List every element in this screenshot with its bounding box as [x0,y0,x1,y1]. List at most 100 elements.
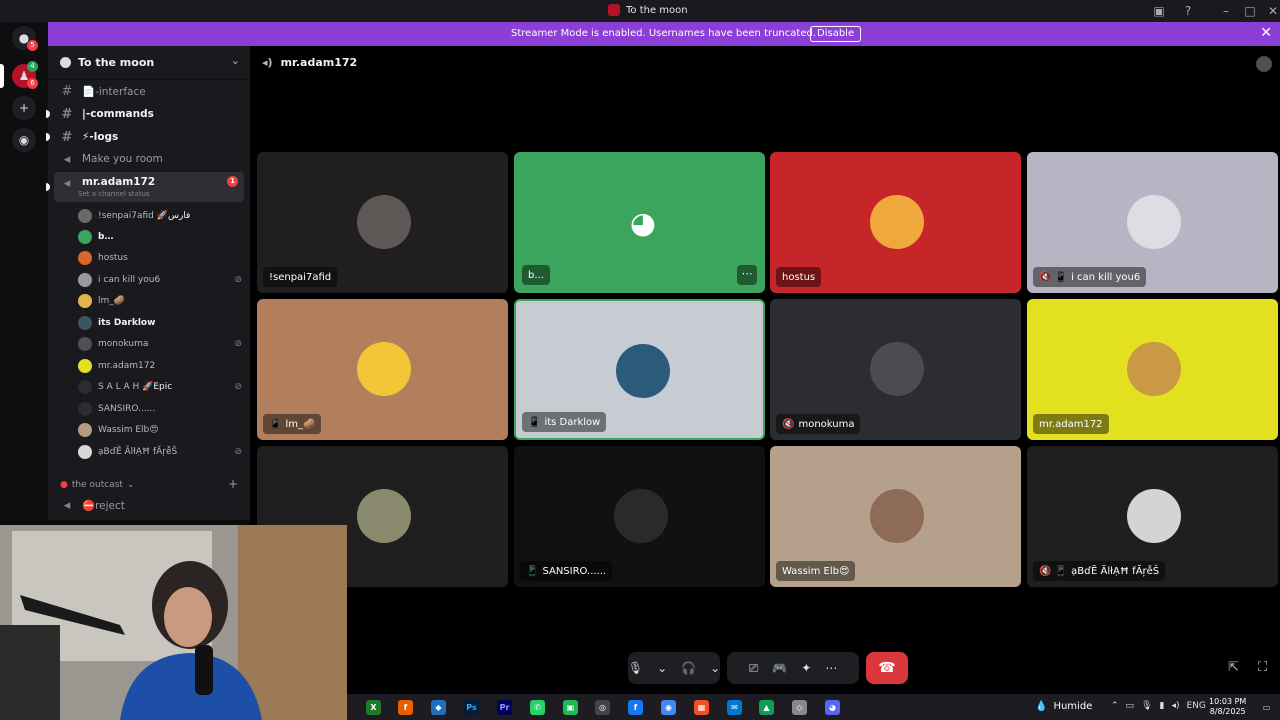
voice-user[interactable]: S A L A H 🚀Epic ⊘ [78,377,248,396]
channel-commands[interactable]: # |-commands [46,104,244,124]
disconnect-button[interactable]: ☎ [866,652,908,684]
category-icon: ● [60,480,68,490]
channel-make-you-room[interactable]: ◂ Make you room [54,149,244,169]
maximize-icon[interactable]: □ [1243,4,1257,18]
fullscreen-icon[interactable]: ⛶ [1258,660,1274,676]
inbox-icon[interactable]: ▣ [1152,4,1166,18]
chevron-down-icon[interactable]: ⌄ [657,661,667,675]
server-badge: 6 [27,78,38,89]
participant-label: 🔇 monokuma [776,414,861,434]
close-window-icon[interactable]: ✕ [1266,4,1280,18]
activity-icon[interactable]: 🎮 [772,661,787,675]
participant-tile[interactable]: 📱 lm_🥔 [257,299,508,440]
chevron-down-icon[interactable]: ⌄ [710,661,720,675]
chrome-icon[interactable]: ◉ [661,700,676,715]
participant-label: mr.adam172 [1033,414,1109,434]
help-icon[interactable]: ? [1181,4,1195,18]
participant-tile[interactable]: 📱 its Darklow [514,299,765,440]
participant-tile[interactable]: Wassim Elb😍 [770,446,1021,587]
photoshop-icon[interactable]: Ps [464,700,479,715]
voice-user[interactable]: SANSIRO...... [78,399,248,418]
add-channel-icon[interactable]: + [228,477,238,491]
premiere-icon[interactable]: Pr [497,700,512,715]
more-options-icon[interactable]: ⋯ [737,265,757,285]
category-the-outcast[interactable]: ● the outcast ⌄ [60,480,134,490]
taskbar: X f ◆ Ps Pr ✆ ▣ ◎ f ◉ ▦ ✉ ▲ ◇ ◕ 💧 Humide… [347,694,1280,720]
speaker-icon: ◂) [262,56,273,69]
participant-tile[interactable]: ◕ b... ⋯ [514,152,765,293]
voice-user[interactable]: ạBɗĔ ÃlłẠĦ fĂŗễŠ ⊘ [78,442,248,461]
add-server-icon[interactable]: + [12,96,36,120]
screen-share-icon[interactable]: ⎚ [749,661,759,676]
channel-reject[interactable]: ◂ ⛔reject [54,495,244,515]
discord-taskbar-icon[interactable]: ◕ [825,700,840,715]
app-icon[interactable]: ▣ [563,700,578,715]
voice-user[interactable]: lm_🥔 [78,291,248,310]
participant-tile[interactable]: 🔇 monokuma [770,299,1021,440]
volume-icon[interactable]: ◂) [1171,701,1179,711]
voice-user[interactable]: monokuma ⊘ [78,334,248,353]
home-badge: 5 [27,40,38,51]
notification-icon[interactable]: ▭ [1259,700,1274,715]
xbox-icon[interactable]: X [366,700,381,715]
mic-tray-icon[interactable]: 🎙 [1141,701,1152,711]
battery-icon[interactable]: ▮ [1160,701,1165,711]
mail-icon[interactable]: ✉ [727,700,742,715]
avatar [78,315,92,330]
avatar [78,379,92,394]
server-icon [60,57,71,68]
voice-user[interactable]: b… [78,227,248,246]
popout-icon[interactable]: ⇱ [1228,660,1244,676]
channel-status[interactable]: Set a channel status [78,190,150,198]
participant-tile[interactable]: 🔇 📱 ạBɗĔ ÃlłẠĦ fĂŗễŠ [1027,446,1278,587]
app-icon[interactable]: ◇ [792,700,807,715]
disable-button[interactable]: Disable [810,26,862,42]
explore-icon[interactable]: ◉ [12,128,36,152]
device-icon[interactable]: ▭ [1126,701,1135,711]
more-icon[interactable]: ⋯ [825,661,837,675]
drive-icon[interactable]: ▲ [759,700,774,715]
voice-user[interactable]: i can kill you6 ⊘ [78,270,248,289]
droplet-icon: 💧 [1035,701,1048,712]
avatar [357,195,411,249]
participant-tile[interactable]: 📱 SANSIRO...... [514,446,765,587]
call-avatar-icon[interactable] [1256,56,1272,72]
call-header: ◂) mr.adam172 [262,56,358,69]
microphone-icon[interactable]: 🎙 [628,661,643,675]
hash-icon: # [61,106,73,122]
browser-icon[interactable]: ◎ [595,700,610,715]
microsoft-store-icon[interactable]: ▦ [694,700,709,715]
whatsapp-icon[interactable]: ✆ [530,700,545,715]
close-icon[interactable]: ✕ [1260,25,1272,41]
clock[interactable]: 10:03 PM 8/8/2025 [1209,697,1246,717]
facebook-icon[interactable]: f [628,700,643,715]
chevron-up-icon[interactable]: ⌃ [1111,701,1119,711]
soundboard-icon[interactable]: ✦ [801,661,811,675]
voice-call-area: ◂) mr.adam172 !senpai7afid ◕ b... ⋯ host… [250,46,1280,694]
participant-label: Wassim Elb😍 [776,561,856,581]
language-indicator[interactable]: ENG [1186,701,1205,711]
vscode-icon[interactable]: ◆ [431,700,446,715]
participant-tile[interactable]: 🔇 📱 i can kill you6 [1027,152,1278,293]
deafen-icon[interactable]: 🎧 [681,661,696,675]
firefox-icon[interactable]: f [398,700,413,715]
participant-tile[interactable]: !senpai7afid [257,152,508,293]
voice-user[interactable]: mr.adam172 [78,356,248,375]
chevron-down-icon[interactable]: ⌄ [231,54,240,67]
channel-logs[interactable]: # ⚡-logs [46,127,244,147]
minimize-icon[interactable]: – [1219,4,1233,18]
voice-channel-mr-adam172[interactable]: ◂ mr.adam172 Set a channel status 1 [46,172,244,202]
participant-tile[interactable]: hostus [770,152,1021,293]
server-rail: ● 5 ♟ 4 6 + ◉ [0,22,48,520]
avatar [357,489,411,543]
weather-widget[interactable]: 💧 Humide [1035,701,1092,712]
voice-user[interactable]: !senpai7afid 🚀فارس [78,206,248,225]
app-icon [608,4,620,16]
channel-interface[interactable]: # 📄-interface [54,81,244,101]
voice-user[interactable]: Wassim Elb😍 [78,420,248,439]
voice-user[interactable]: hostus [78,248,248,267]
chevron-down-icon: ⌄ [126,480,135,490]
server-header[interactable]: To the moon ⌄ [48,46,250,80]
voice-user[interactable]: its Darklow [78,313,248,332]
participant-tile[interactable]: mr.adam172 [1027,299,1278,440]
